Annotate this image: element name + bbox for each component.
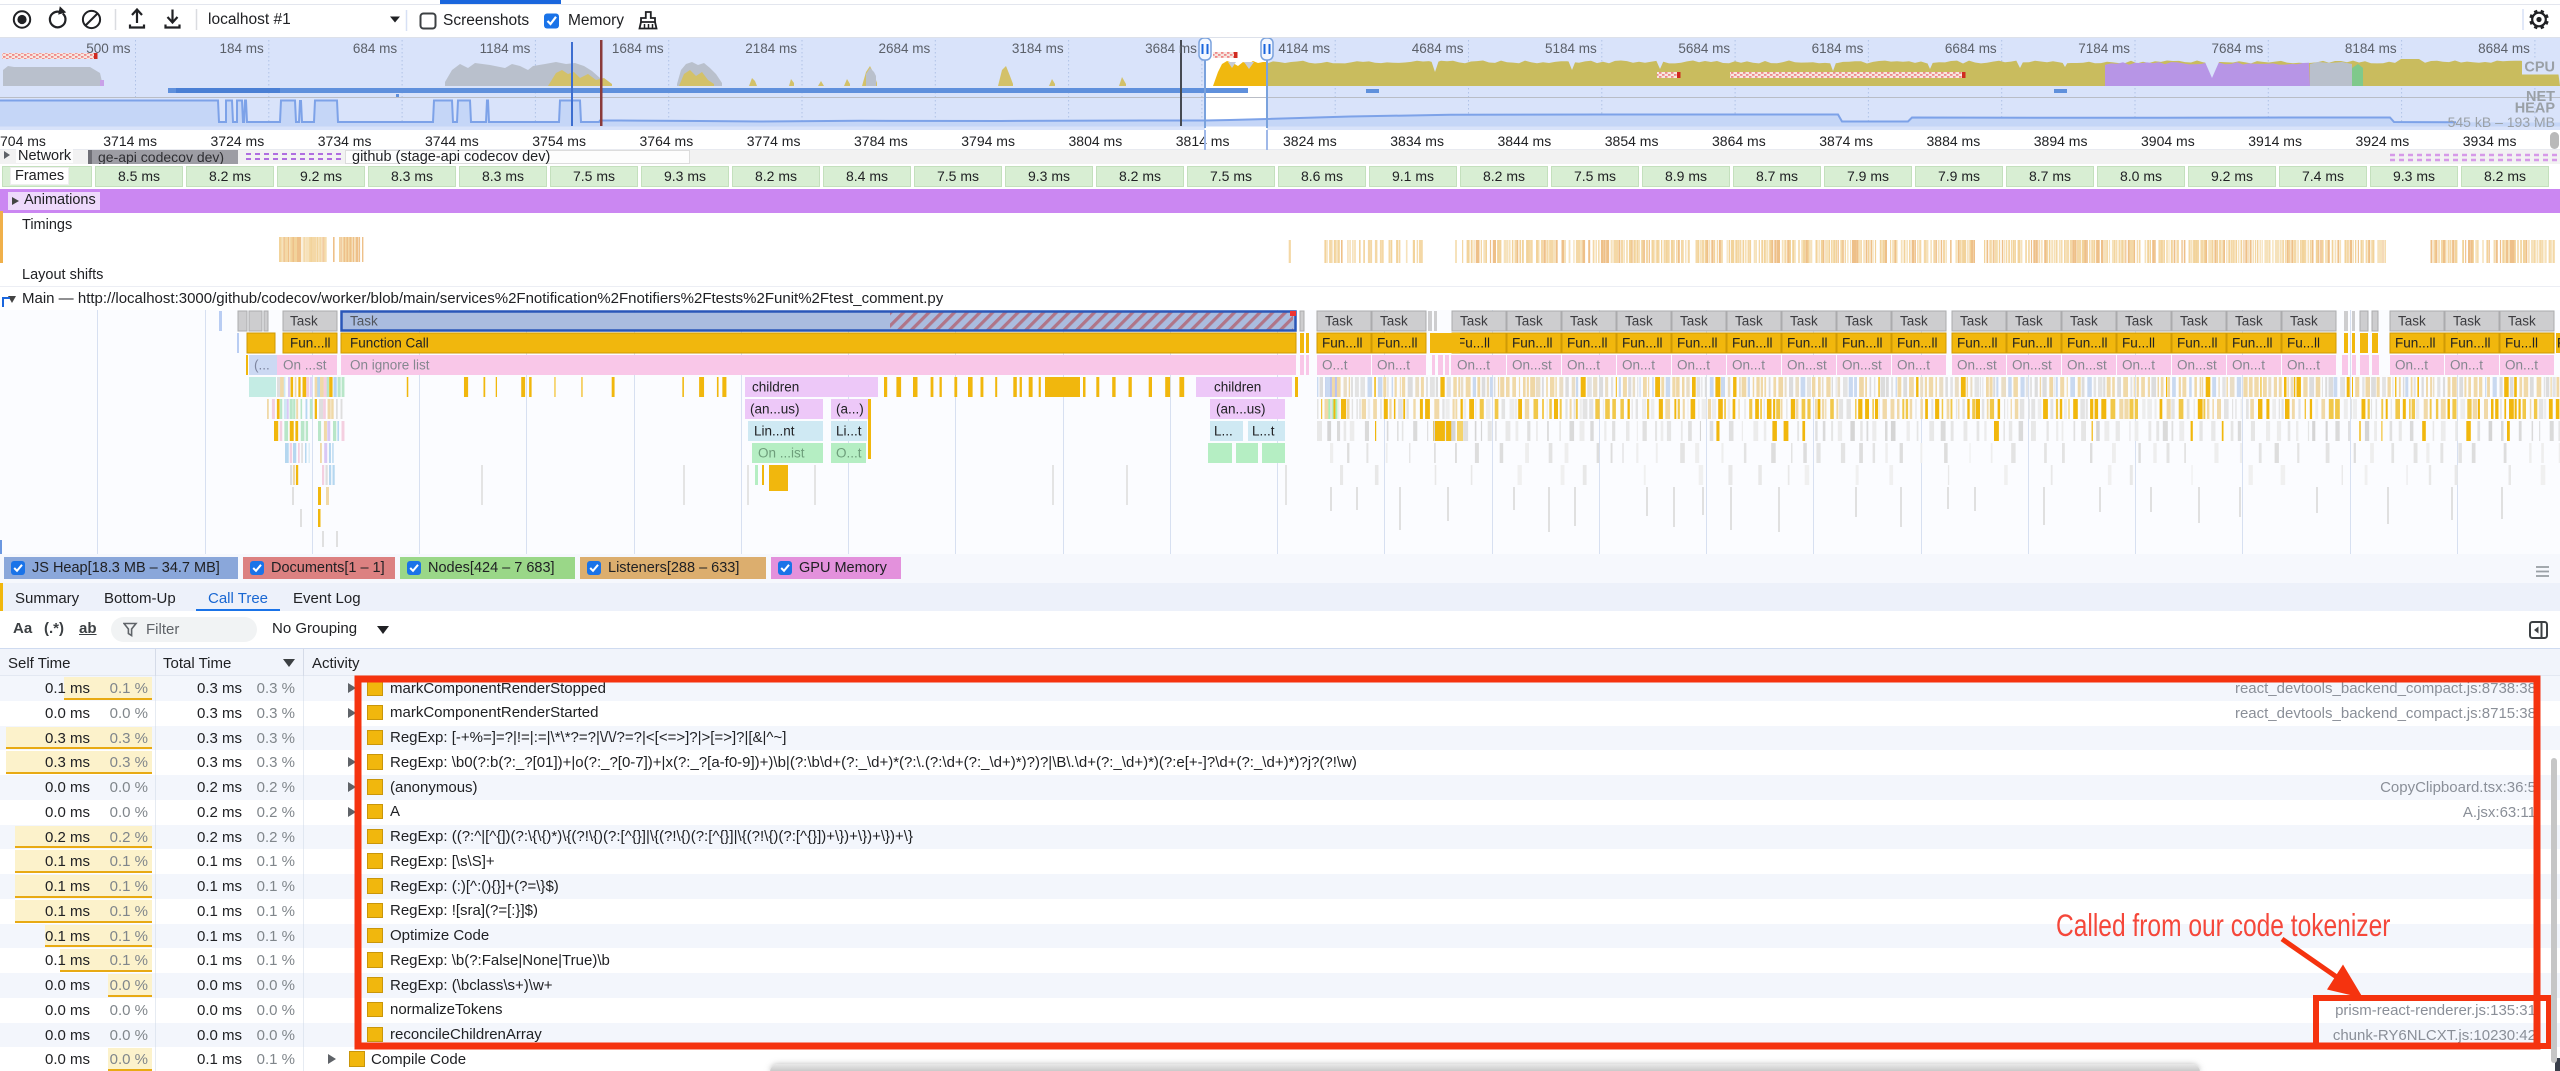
svg-text:Called from our code tokenizer: Called from our code tokenizer: [2056, 907, 2390, 943]
